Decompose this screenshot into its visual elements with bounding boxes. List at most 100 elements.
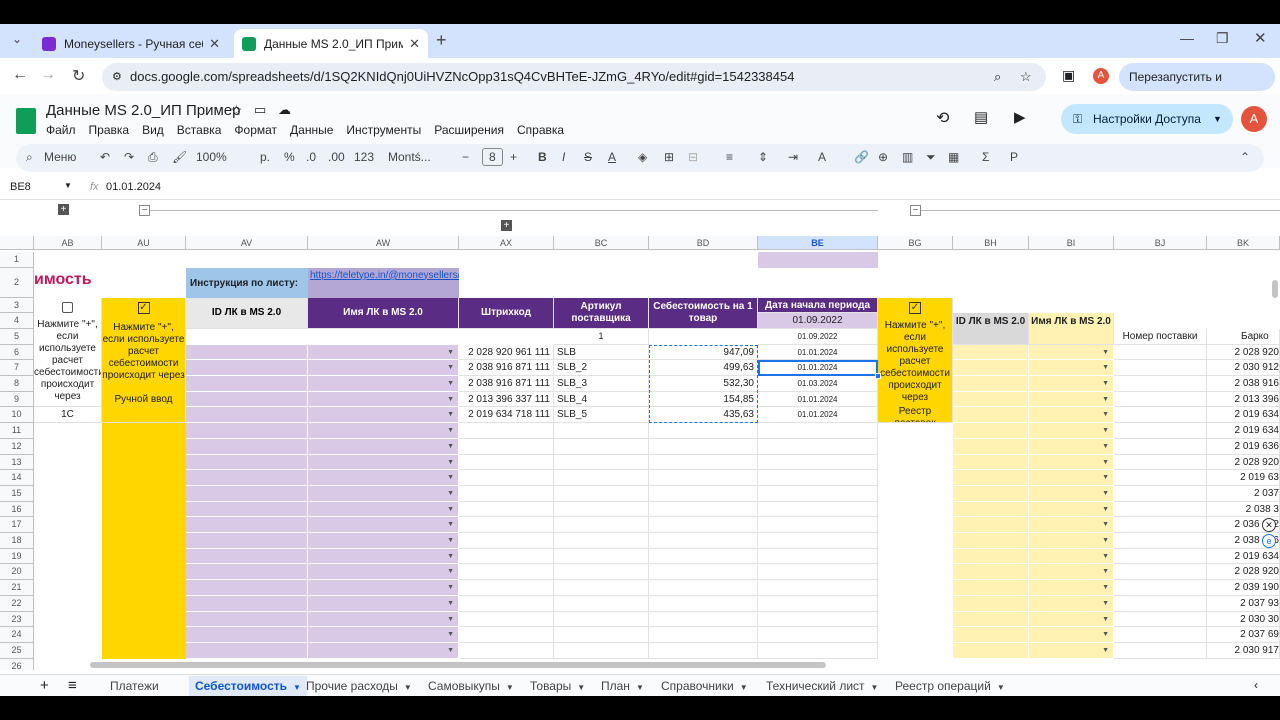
article-cell[interactable] [554, 438, 649, 455]
dropdown-arrow-icon[interactable]: ▼ [1102, 517, 1109, 532]
id-cell[interactable] [186, 423, 308, 439]
name-dropdown-cell[interactable]: ▼ [308, 376, 459, 392]
menu-extensions[interactable]: Расширения [434, 123, 504, 137]
maximize-icon[interactable]: ❐ [1216, 30, 1229, 47]
bj-cell[interactable] [1114, 423, 1207, 439]
dropdown-arrow-icon[interactable]: ▼ [447, 580, 454, 595]
cost-cell[interactable] [649, 517, 758, 534]
header-date-value[interactable]: 01.09.2022 [758, 313, 878, 329]
sheet-tab[interactable]: Справочники ▼ [661, 679, 748, 693]
bi-dropdown-cell[interactable]: ▼ [1029, 454, 1114, 471]
comments-icon[interactable]: ▤ [974, 108, 988, 126]
fill-color-icon[interactable]: ◈ [638, 150, 647, 164]
bk-cell[interactable]: 2 038 3 [1207, 501, 1280, 518]
column-header[interactable]: AB [34, 236, 102, 250]
menu-help[interactable]: Справка [517, 123, 564, 137]
row-header[interactable]: 8 [0, 376, 34, 392]
dropdown-arrow-icon[interactable]: ▼ [447, 376, 454, 391]
barcode-cell[interactable]: 2 038 916 871 111 [459, 360, 554, 377]
sheet-tab-menu-icon[interactable]: ▼ [636, 683, 644, 692]
bj-cell[interactable] [1114, 627, 1207, 643]
bk-cell[interactable]: 2 030 30 [1207, 611, 1280, 628]
bh-cell[interactable] [953, 470, 1029, 486]
column-header[interactable]: BK [1207, 236, 1280, 250]
bi-dropdown-cell[interactable]: ▼ [1029, 611, 1114, 628]
bk-cell[interactable]: 2 019 634 [1207, 407, 1280, 424]
name-dropdown-cell[interactable]: ▼ [308, 485, 459, 502]
bh-cell[interactable] [953, 517, 1029, 534]
barcode-cell[interactable] [459, 533, 554, 549]
currency-format-button[interactable]: р. [260, 150, 270, 164]
row-header[interactable]: 17 [0, 517, 34, 534]
bh-cell[interactable] [953, 580, 1029, 596]
url-input[interactable]: ⚙ docs.google.com/spreadsheets/d/1SQ2KNI… [102, 63, 1046, 91]
name-dropdown-cell[interactable]: ▼ [308, 517, 459, 534]
bj-cell[interactable] [1114, 376, 1207, 392]
share-button[interactable]: ⚿ Настройки Доступа ▼ [1061, 104, 1233, 134]
date-cell[interactable]: 01.01.2024 [758, 391, 878, 408]
functions-icon[interactable]: Σ [982, 150, 989, 164]
sheet-tab-menu-icon[interactable]: ▼ [293, 683, 301, 692]
cost-cell[interactable] [649, 642, 758, 659]
text-color-icon[interactable]: A [608, 150, 616, 164]
add-sheet-icon[interactable]: + [40, 677, 49, 694]
name-dropdown-cell[interactable]: ▼ [308, 344, 459, 361]
barcode-cell[interactable] [459, 501, 554, 518]
article-cell[interactable] [554, 548, 649, 565]
bk-cell[interactable]: 2 013 396 [1207, 391, 1280, 408]
bi-dropdown-cell[interactable]: ▼ [1029, 391, 1114, 408]
dropdown-arrow-icon[interactable]: ▼ [1102, 360, 1109, 375]
bi-dropdown-cell[interactable]: ▼ [1029, 642, 1114, 659]
article-cell[interactable]: SLB [554, 344, 649, 361]
barcode-cell[interactable] [459, 642, 554, 659]
name-box[interactable]: BE8 [10, 181, 31, 193]
cost-cell[interactable] [649, 580, 758, 596]
row-header[interactable]: 7 [0, 360, 34, 377]
bi-dropdown-cell[interactable]: ▼ [1029, 533, 1114, 549]
expand-group-icon[interactable]: + [58, 204, 69, 215]
all-sheets-icon[interactable]: ≡ [68, 677, 77, 694]
bk-cell[interactable]: 2 037 [1207, 485, 1280, 502]
dropdown-arrow-icon[interactable]: ▼ [1102, 345, 1109, 360]
dropdown-arrow-icon[interactable]: ▼ [447, 502, 454, 517]
bh-cell[interactable] [953, 548, 1029, 565]
expand-group-icon[interactable]: + [501, 220, 512, 231]
id-cell[interactable] [186, 533, 308, 549]
id-cell[interactable] [186, 376, 308, 392]
id-cell[interactable] [186, 611, 308, 628]
link-icon[interactable]: 🔗 [854, 150, 869, 164]
dropdown-arrow-icon[interactable]: ▼ [447, 345, 454, 360]
bk-cell[interactable]: 2 038 916 [1207, 376, 1280, 392]
horizontal-scrollbar[interactable] [90, 662, 826, 668]
new-tab-button[interactable]: + [436, 30, 447, 51]
barcode-cell[interactable] [459, 485, 554, 502]
id-cell[interactable] [186, 438, 308, 455]
menu-view[interactable]: Вид [142, 123, 164, 137]
bi-dropdown-cell[interactable]: ▼ [1029, 485, 1114, 502]
sheet-tab-menu-icon[interactable]: ▼ [871, 683, 879, 692]
bj-cell[interactable] [1114, 642, 1207, 659]
increase-decimal-button[interactable]: .00 [328, 150, 345, 164]
profile-avatar[interactable]: A [1093, 68, 1109, 84]
bj-cell[interactable] [1114, 407, 1207, 424]
article-cell[interactable]: SLB_2 [554, 360, 649, 377]
formula-input[interactable]: 01.01.2024 [106, 181, 161, 193]
bk-cell[interactable]: 2 030 917 [1207, 642, 1280, 659]
menu-file[interactable]: Файл [46, 123, 76, 137]
bk-cell[interactable]: 2 019 63 [1207, 470, 1280, 486]
article-cell[interactable] [554, 533, 649, 549]
history-icon[interactable]: ⟲ [936, 108, 949, 128]
column-header[interactable]: BI [1029, 236, 1114, 250]
merge-icon[interactable]: ⊟ [688, 150, 698, 164]
browser-tab-sheets[interactable]: Данные MS 2.0_ИП Пример - G ✕ [234, 29, 428, 58]
row-header[interactable]: 5 [0, 328, 34, 345]
dropdown-arrow-icon[interactable]: ▼ [447, 407, 454, 422]
comment-icon[interactable]: ⊕ [878, 150, 888, 164]
chart-icon[interactable]: ▥ [902, 150, 913, 164]
star-icon[interactable]: ☆ [230, 102, 243, 119]
row-header[interactable]: 23 [0, 611, 34, 628]
column-header[interactable]: BJ [1114, 236, 1207, 250]
dropdown-arrow-icon[interactable]: ▼ [1102, 407, 1109, 422]
barcode-cell[interactable] [459, 517, 554, 534]
row-header[interactable]: 12 [0, 438, 34, 455]
